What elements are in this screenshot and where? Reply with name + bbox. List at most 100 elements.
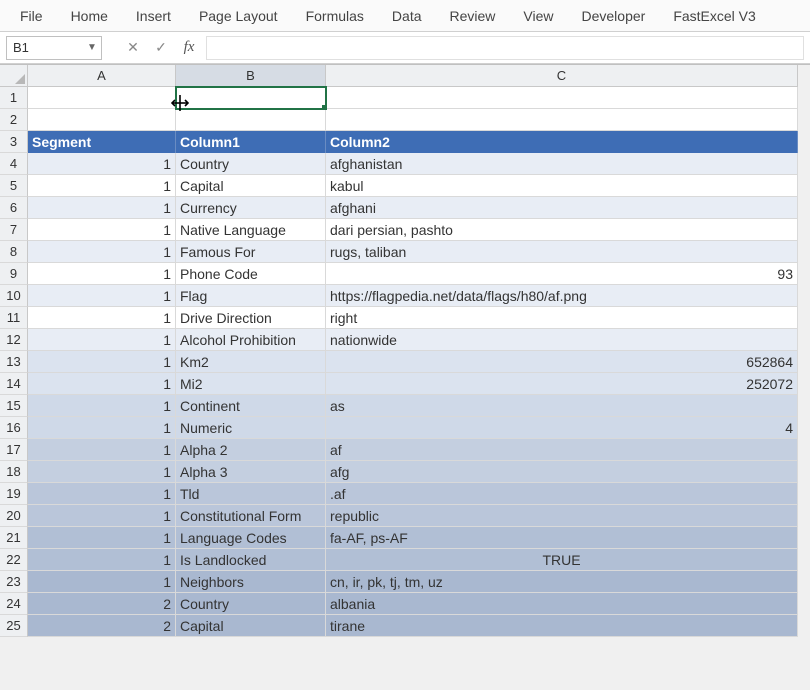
cell-B1[interactable] — [176, 87, 326, 109]
cell-C16[interactable]: 4 — [326, 417, 798, 439]
cell-C22[interactable]: TRUE — [326, 549, 798, 571]
cell-A12[interactable]: 1 — [28, 329, 176, 351]
row-header-16[interactable]: 16 — [0, 417, 28, 439]
row-header-17[interactable]: 17 — [0, 439, 28, 461]
row-header-24[interactable]: 24 — [0, 593, 28, 615]
cell-A17[interactable]: 1 — [28, 439, 176, 461]
ribbon-tab-page-layout[interactable]: Page Layout — [185, 2, 292, 30]
cell-B4[interactable]: Country — [176, 153, 326, 175]
cell-B6[interactable]: Currency — [176, 197, 326, 219]
row-header-11[interactable]: 11 — [0, 307, 28, 329]
cell-B15[interactable]: Continent — [176, 395, 326, 417]
cell-B11[interactable]: Drive Direction — [176, 307, 326, 329]
cell-C5[interactable]: kabul — [326, 175, 798, 197]
cell-C25[interactable]: tirane — [326, 615, 798, 637]
ribbon-tab-file[interactable]: File — [6, 2, 57, 30]
row-header-19[interactable]: 19 — [0, 483, 28, 505]
cell-A22[interactable]: 1 — [28, 549, 176, 571]
row-header-14[interactable]: 14 — [0, 373, 28, 395]
cell-B14[interactable]: Mi2 — [176, 373, 326, 395]
cell-A23[interactable]: 1 — [28, 571, 176, 593]
name-box[interactable]: B1 ▼ — [6, 36, 102, 60]
row-header-4[interactable]: 4 — [0, 153, 28, 175]
cell-A10[interactable]: 1 — [28, 285, 176, 307]
cell-A7[interactable]: 1 — [28, 219, 176, 241]
cell-B2[interactable] — [176, 109, 326, 131]
cell-B24[interactable]: Country — [176, 593, 326, 615]
cell-C12[interactable]: nationwide — [326, 329, 798, 351]
cell-A11[interactable]: 1 — [28, 307, 176, 329]
ribbon-tab-home[interactable]: Home — [57, 2, 122, 30]
cell-B13[interactable]: Km2 — [176, 351, 326, 373]
cell-C23[interactable]: cn, ir, pk, tj, tm, uz — [326, 571, 798, 593]
cell-B20[interactable]: Constitutional Form — [176, 505, 326, 527]
row-header-18[interactable]: 18 — [0, 461, 28, 483]
name-box-dropdown-icon[interactable]: ▼ — [83, 42, 101, 53]
cell-B12[interactable]: Alcohol Prohibition — [176, 329, 326, 351]
cell-A25[interactable]: 2 — [28, 615, 176, 637]
cell-B16[interactable]: Numeric — [176, 417, 326, 439]
cell-A14[interactable]: 1 — [28, 373, 176, 395]
cancel-icon[interactable]: ✕ — [122, 37, 144, 59]
ribbon-tab-fastexcel-v3[interactable]: FastExcel V3 — [659, 2, 769, 30]
cell-C17[interactable]: af — [326, 439, 798, 461]
cell-C2[interactable] — [326, 109, 798, 131]
column-header-C[interactable]: C — [326, 65, 798, 87]
cell-C21[interactable]: fa-AF, ps-AF — [326, 527, 798, 549]
cell-B17[interactable]: Alpha 2 — [176, 439, 326, 461]
table-header-column1[interactable]: Column1 — [176, 131, 326, 153]
cell-A4[interactable]: 1 — [28, 153, 176, 175]
cell-B7[interactable]: Native Language — [176, 219, 326, 241]
row-header-25[interactable]: 25 — [0, 615, 28, 637]
cell-C14[interactable]: 252072 — [326, 373, 798, 395]
cell-B18[interactable]: Alpha 3 — [176, 461, 326, 483]
ribbon-tab-data[interactable]: Data — [378, 2, 436, 30]
cell-C1[interactable] — [326, 87, 798, 109]
row-header-9[interactable]: 9 — [0, 263, 28, 285]
cell-B19[interactable]: Tld — [176, 483, 326, 505]
enter-icon[interactable]: ✓ — [150, 37, 172, 59]
ribbon-tab-view[interactable]: View — [509, 2, 567, 30]
row-header-22[interactable]: 22 — [0, 549, 28, 571]
cell-A13[interactable]: 1 — [28, 351, 176, 373]
cell-B21[interactable]: Language Codes — [176, 527, 326, 549]
cell-C19[interactable]: .af — [326, 483, 798, 505]
cell-C4[interactable]: afghanistan — [326, 153, 798, 175]
cell-C11[interactable]: right — [326, 307, 798, 329]
cell-C18[interactable]: afg — [326, 461, 798, 483]
cell-B22[interactable]: Is Landlocked — [176, 549, 326, 571]
row-header-10[interactable]: 10 — [0, 285, 28, 307]
row-header-2[interactable]: 2 — [0, 109, 28, 131]
cell-B23[interactable]: Neighbors — [176, 571, 326, 593]
fx-icon[interactable]: fx — [178, 37, 200, 59]
cell-C8[interactable]: rugs, taliban — [326, 241, 798, 263]
cell-C13[interactable]: 652864 — [326, 351, 798, 373]
cell-C9[interactable]: 93 — [326, 263, 798, 285]
cell-B10[interactable]: Flag — [176, 285, 326, 307]
cell-A6[interactable]: 1 — [28, 197, 176, 219]
cell-B9[interactable]: Phone Code — [176, 263, 326, 285]
row-header-7[interactable]: 7 — [0, 219, 28, 241]
cell-A5[interactable]: 1 — [28, 175, 176, 197]
cell-B8[interactable]: Famous For — [176, 241, 326, 263]
cell-C10[interactable]: https://flagpedia.net/data/flags/h80/af.… — [326, 285, 798, 307]
ribbon-tab-review[interactable]: Review — [436, 2, 510, 30]
ribbon-tab-developer[interactable]: Developer — [568, 2, 660, 30]
cell-A21[interactable]: 1 — [28, 527, 176, 549]
formula-input[interactable] — [206, 36, 804, 60]
cell-C20[interactable]: republic — [326, 505, 798, 527]
column-header-A[interactable]: A — [28, 65, 176, 87]
table-header-segment[interactable]: Segment — [28, 131, 176, 153]
row-header-20[interactable]: 20 — [0, 505, 28, 527]
cell-B25[interactable]: Capital — [176, 615, 326, 637]
row-header-13[interactable]: 13 — [0, 351, 28, 373]
ribbon-tab-insert[interactable]: Insert — [122, 2, 185, 30]
row-header-15[interactable]: 15 — [0, 395, 28, 417]
row-header-21[interactable]: 21 — [0, 527, 28, 549]
cell-C24[interactable]: albania — [326, 593, 798, 615]
cell-A8[interactable]: 1 — [28, 241, 176, 263]
row-header-1[interactable]: 1 — [0, 87, 28, 109]
cell-A1[interactable] — [28, 87, 176, 109]
cell-A16[interactable]: 1 — [28, 417, 176, 439]
cell-A20[interactable]: 1 — [28, 505, 176, 527]
